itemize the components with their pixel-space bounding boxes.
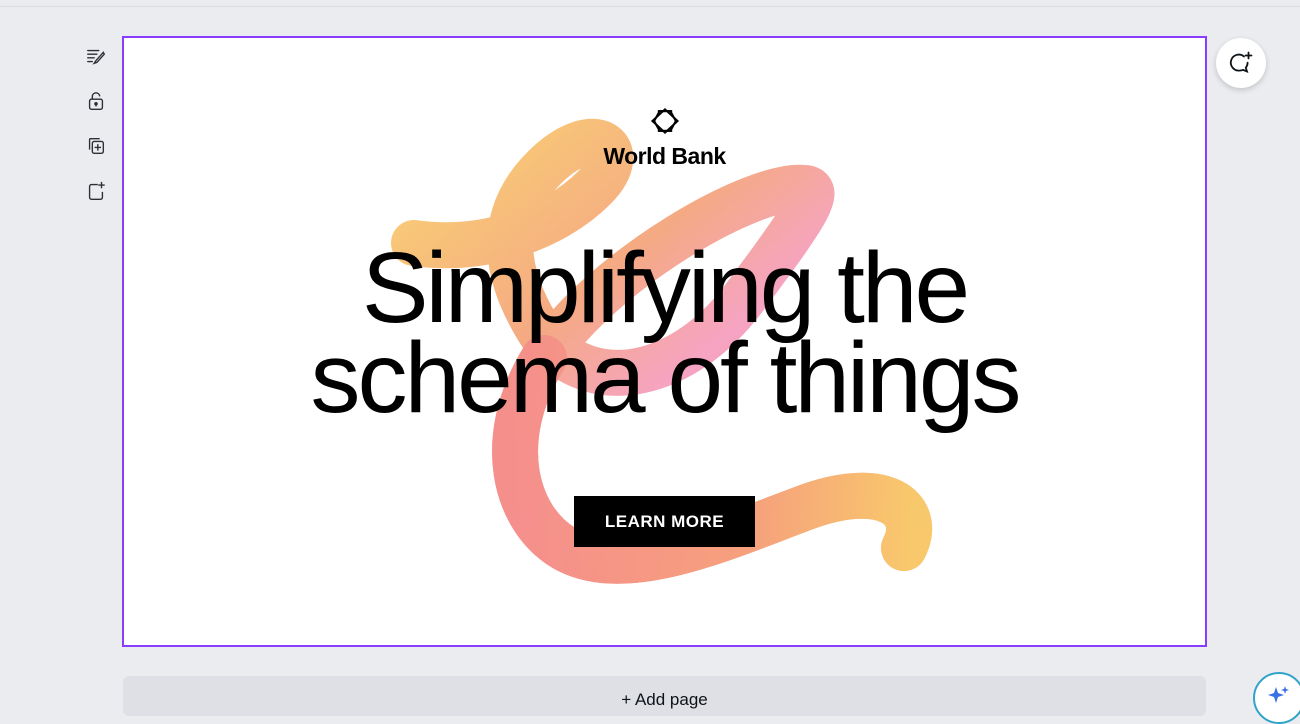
lock-button[interactable] xyxy=(82,87,110,115)
headline-text[interactable]: Simplifying the schema of things xyxy=(124,232,1205,434)
add-page-button[interactable] xyxy=(82,177,110,205)
page-toolbar xyxy=(82,42,110,222)
add-page-icon xyxy=(88,181,105,200)
brand-name: World Bank xyxy=(603,143,726,169)
add-comment-button[interactable] xyxy=(1216,38,1266,88)
design-page-canvas[interactable]: World Bank Simplifying the schema of thi… xyxy=(122,36,1207,647)
add-page-bar[interactable]: + Add page xyxy=(123,676,1206,716)
headline-line-2: schema of things xyxy=(310,322,1022,434)
duplicate-icon xyxy=(88,137,105,155)
magic-assistant-button[interactable] xyxy=(1253,672,1300,724)
comment-plus-icon xyxy=(1229,51,1253,74)
brand-logo[interactable]: World Bank xyxy=(124,106,1205,170)
sparkle-icon xyxy=(1268,686,1289,703)
headline-line-1: Simplifying the xyxy=(361,232,970,344)
edit-notes-button[interactable] xyxy=(82,42,110,70)
learn-more-button[interactable]: LEARN MORE xyxy=(574,496,755,547)
duplicate-page-button[interactable] xyxy=(82,132,110,160)
diamond-logo-icon xyxy=(650,107,679,135)
edit-notes-icon xyxy=(87,49,106,65)
top-divider xyxy=(0,6,1300,7)
lock-icon xyxy=(88,92,104,110)
